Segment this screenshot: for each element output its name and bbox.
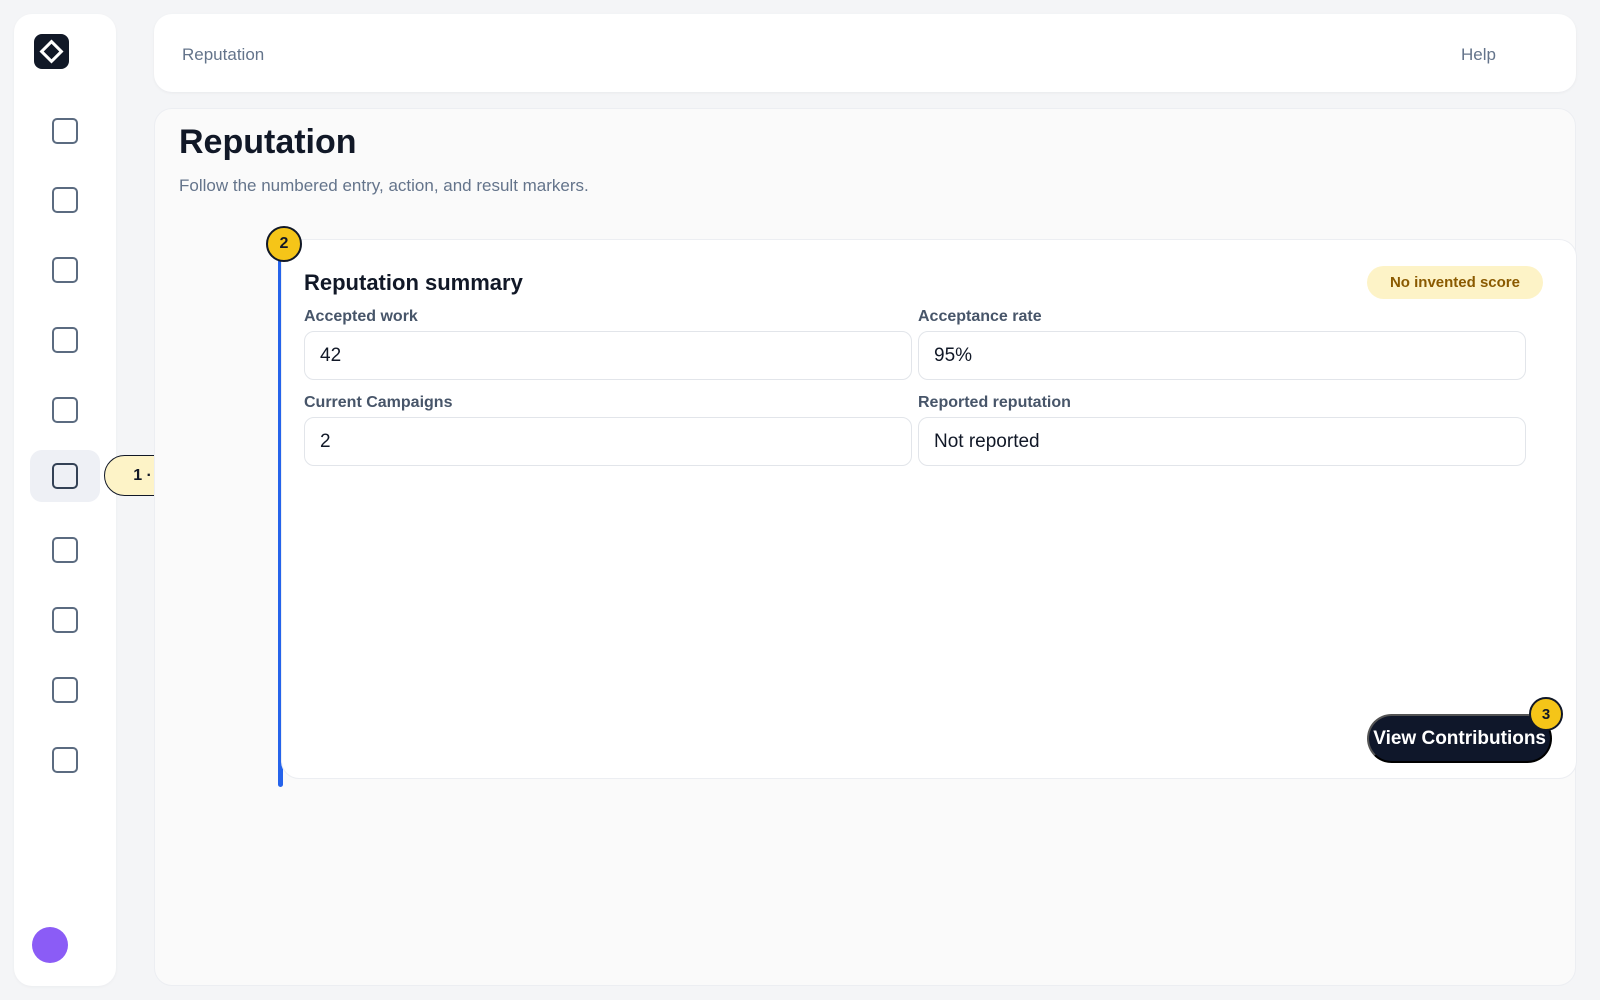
- sidebar-item-7[interactable]: [30, 524, 100, 576]
- result-marker: 3: [1529, 697, 1563, 731]
- breadcrumb[interactable]: Reputation: [182, 45, 264, 65]
- status-badge: No invented score: [1366, 266, 1543, 299]
- diamond-logo-icon: [39, 39, 64, 64]
- main-panel: Reputation Follow the numbered entry, ac…: [154, 108, 1577, 986]
- current-campaigns-field[interactable]: 2: [304, 417, 912, 466]
- action-marker: 2: [266, 226, 302, 262]
- reputation-summary-card: Reputation summary No invented score Acc…: [281, 239, 1577, 779]
- page-title: Reputation: [179, 123, 357, 161]
- accepted-work-field[interactable]: 42: [304, 331, 912, 380]
- sidebar-item-5[interactable]: [30, 384, 100, 436]
- nav-square-icon: [52, 537, 78, 563]
- sidebar-item-passport[interactable]: [30, 450, 100, 502]
- current-campaigns-label: Current Campaigns: [304, 394, 453, 411]
- reported-reputation-label: Reported reputation: [918, 394, 1071, 411]
- reported-reputation-field[interactable]: Not reported: [918, 417, 1526, 466]
- sidebar-item-9[interactable]: [30, 664, 100, 716]
- card-title: Reputation summary: [304, 270, 523, 295]
- nav-square-icon: [52, 607, 78, 633]
- nav-square-icon: [52, 327, 78, 353]
- acceptance-rate-field[interactable]: 95%: [918, 331, 1526, 380]
- sidebar-item-3[interactable]: [30, 244, 100, 296]
- avatar[interactable]: [32, 927, 68, 963]
- nav-square-icon: [52, 677, 78, 703]
- topbar: Reputation Help: [154, 14, 1576, 92]
- help-link[interactable]: Help: [1461, 45, 1496, 65]
- sidebar-item-4[interactable]: [30, 314, 100, 366]
- nav-square-icon: [52, 187, 78, 213]
- sidebar-item-8[interactable]: [30, 594, 100, 646]
- app-logo[interactable]: [34, 34, 69, 69]
- accepted-work-label: Accepted work: [304, 308, 418, 325]
- acceptance-rate-label: Acceptance rate: [918, 308, 1042, 325]
- page-subtitle: Follow the numbered entry, action, and r…: [179, 176, 589, 195]
- sidebar: [14, 14, 116, 986]
- nav-square-icon: [52, 397, 78, 423]
- view-contributions-button[interactable]: View Contributions: [1367, 714, 1552, 763]
- sidebar-item-2[interactable]: [30, 174, 100, 226]
- nav-square-icon: [52, 463, 78, 489]
- sidebar-item-1[interactable]: [30, 105, 100, 157]
- nav-square-icon: [52, 118, 78, 144]
- nav-square-icon: [52, 747, 78, 773]
- sidebar-item-10[interactable]: [30, 734, 100, 786]
- nav-square-icon: [52, 257, 78, 283]
